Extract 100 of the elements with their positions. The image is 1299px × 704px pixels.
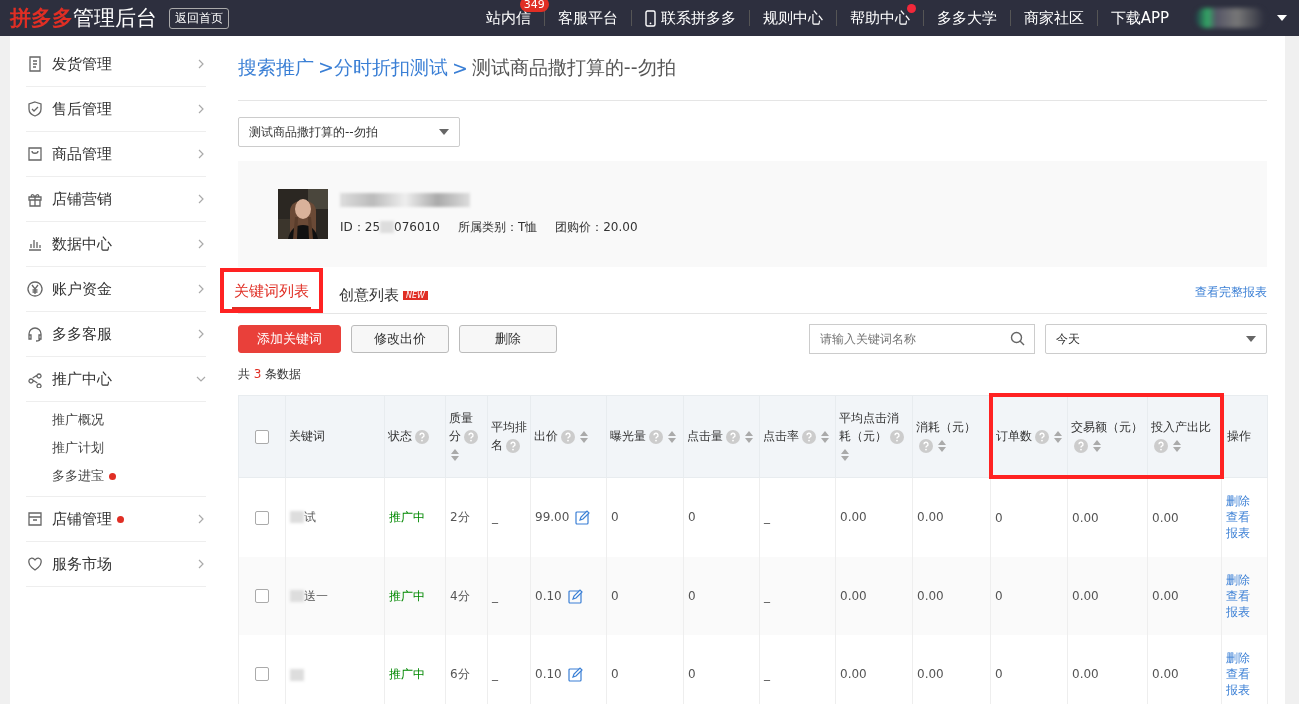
- help-icon[interactable]: [415, 429, 429, 444]
- table-cell: 0: [995, 667, 1003, 681]
- table-cell: 0.00: [1072, 667, 1099, 681]
- sort-icon[interactable]: [938, 439, 946, 452]
- edit-icon[interactable]: [567, 588, 583, 604]
- nav-link[interactable]: 多多大学: [936, 8, 997, 28]
- column-header[interactable]: 投入产出比: [1147, 395, 1222, 477]
- table-cell: 0.00: [840, 667, 867, 681]
- help-icon[interactable]: [802, 429, 816, 444]
- row-action-link[interactable]: 查看: [1226, 666, 1263, 682]
- sidebar-item[interactable]: 服务市场: [26, 542, 206, 587]
- table-cell: 2分: [450, 509, 470, 524]
- row-action-link[interactable]: 报表: [1226, 604, 1263, 620]
- help-icon[interactable]: [464, 429, 478, 444]
- sort-icon[interactable]: [668, 430, 676, 443]
- nav-link[interactable]: 联系拼多多: [644, 8, 736, 28]
- help-icon[interactable]: [1154, 438, 1168, 453]
- row-action-link[interactable]: 查看: [1226, 588, 1263, 604]
- status-text: 推广中: [389, 588, 425, 603]
- table-cell: 0.00: [840, 510, 867, 525]
- table-cell: 0.00: [917, 589, 944, 603]
- column-header[interactable]: 平均点击消耗（元）: [835, 395, 913, 477]
- new-badge: NEW: [403, 291, 428, 300]
- share-icon: [26, 370, 44, 388]
- breadcrumb-link[interactable]: >: [451, 57, 468, 79]
- nav-link[interactable]: 客服平台: [557, 8, 618, 28]
- column-header[interactable]: 出价: [530, 395, 607, 477]
- sort-icon[interactable]: [841, 448, 849, 461]
- home-button[interactable]: 返回首页: [169, 7, 229, 29]
- nav-link[interactable]: 商家社区: [1023, 8, 1084, 28]
- full-report-link[interactable]: 查看完整报表: [1195, 283, 1267, 301]
- column-header[interactable]: 消耗（元）: [912, 395, 991, 477]
- table-cell: 0.00: [840, 589, 867, 603]
- column-header[interactable]: 曝光量: [606, 395, 684, 477]
- tab[interactable]: 创意列表 NEW: [337, 280, 430, 313]
- sidebar-subitem[interactable]: 多多进宝: [26, 462, 206, 490]
- sort-icon[interactable]: [821, 430, 829, 443]
- breadcrumb-link[interactable]: 搜索推广: [238, 55, 314, 81]
- nav-link[interactable]: 规则中心: [762, 8, 823, 28]
- tab[interactable]: 关键词列表: [232, 276, 311, 309]
- column-header[interactable]: 点击率: [759, 395, 836, 477]
- nav-link[interactable]: 帮助中心: [849, 8, 910, 28]
- action-button[interactable]: 修改出价: [351, 325, 449, 353]
- sidebar-item[interactable]: 账户资金: [26, 267, 206, 312]
- help-icon[interactable]: [919, 438, 933, 453]
- column-header[interactable]: 订单数: [990, 395, 1068, 477]
- row-action-link[interactable]: 删除: [1226, 572, 1263, 588]
- row-action-link[interactable]: 报表: [1226, 682, 1263, 698]
- edit-icon[interactable]: [567, 666, 583, 682]
- product-select[interactable]: 测试商品撒打算的--勿拍: [238, 117, 460, 147]
- action-button[interactable]: 删除: [459, 325, 557, 353]
- logo[interactable]: 拼多多管理后台: [10, 4, 157, 32]
- sidebar-item[interactable]: 数据中心: [26, 222, 206, 267]
- sidebar-item[interactable]: 发货管理: [26, 42, 206, 87]
- row-action-link[interactable]: 查看: [1226, 509, 1263, 526]
- column-header[interactable]: 质量分: [445, 395, 488, 477]
- checkbox[interactable]: [255, 589, 269, 604]
- help-icon[interactable]: [1074, 438, 1088, 453]
- row-action-link[interactable]: 删除: [1226, 493, 1263, 510]
- table-cell: _: [764, 589, 770, 603]
- sidebar-subitem[interactable]: 推广概况: [26, 406, 206, 434]
- sort-icon[interactable]: [1053, 430, 1062, 443]
- row-action-link[interactable]: 报表: [1226, 525, 1263, 542]
- help-icon[interactable]: [1034, 429, 1049, 444]
- help-icon[interactable]: [890, 429, 904, 444]
- sort-icon[interactable]: [580, 430, 588, 443]
- phone-icon: [644, 9, 656, 27]
- action-button[interactable]: 添加关键词: [238, 325, 341, 353]
- sort-icon[interactable]: [1173, 439, 1181, 452]
- breadcrumb-link[interactable]: >分时折扣测试: [318, 55, 448, 81]
- edit-icon[interactable]: [575, 509, 591, 525]
- help-icon[interactable]: [649, 429, 663, 444]
- nav-link[interactable]: 下载APP: [1110, 8, 1169, 28]
- sidebar-item[interactable]: 商品管理: [26, 132, 206, 177]
- column-header[interactable]: 点击量: [683, 395, 760, 477]
- help-icon[interactable]: [561, 429, 575, 444]
- chevron-icon: [196, 284, 206, 294]
- sidebar-item[interactable]: 多多客服: [26, 312, 206, 357]
- sort-icon[interactable]: [1093, 439, 1101, 452]
- document-icon: [26, 55, 44, 73]
- sidebar-item[interactable]: 店铺管理: [26, 497, 206, 542]
- table-cell: 0.00: [917, 510, 944, 525]
- search-field[interactable]: 请输入关键词名称: [809, 324, 1035, 354]
- checkbox[interactable]: [255, 667, 269, 682]
- yen-icon: [26, 280, 44, 298]
- column-header[interactable]: 交易额（元）: [1067, 395, 1148, 477]
- row-action-link[interactable]: 删除: [1226, 650, 1263, 666]
- help-icon[interactable]: [726, 429, 740, 444]
- help-icon[interactable]: [506, 438, 520, 453]
- sidebar-item[interactable]: 店铺营销: [26, 177, 206, 222]
- sort-icon[interactable]: [745, 430, 753, 443]
- date-select[interactable]: 今天: [1045, 324, 1267, 354]
- user-menu[interactable]: [1195, 8, 1287, 28]
- sort-icon[interactable]: [451, 448, 459, 461]
- checkbox[interactable]: [255, 510, 269, 525]
- checkbox[interactable]: [255, 429, 269, 444]
- sidebar-item[interactable]: 推广中心: [26, 357, 206, 402]
- table-cell: 0.00: [917, 667, 944, 681]
- sidebar-subitem[interactable]: 推广计划: [26, 434, 206, 462]
- sidebar-item[interactable]: 售后管理: [26, 87, 206, 132]
